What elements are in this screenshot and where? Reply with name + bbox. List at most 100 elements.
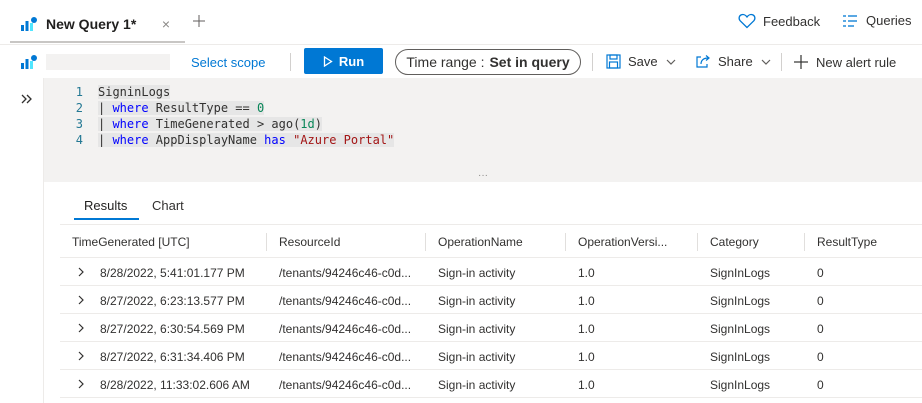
column-header-resulttype[interactable]: ResultType <box>817 235 877 249</box>
run-button[interactable]: Run <box>304 48 383 74</box>
column-header-timegenerated[interactable]: TimeGenerated [UTC] <box>72 235 190 249</box>
table-row[interactable]: 8/27/2022, 6:30:54.569 PM /tenants/94246… <box>60 314 922 342</box>
cell-timegenerated: 8/27/2022, 6:31:34.406 PM <box>100 350 245 364</box>
cell-operationname: Sign-in activity <box>438 322 516 336</box>
cell-operationname: Sign-in activity <box>438 350 516 364</box>
cell-resourceid: /tenants/94246c46-c0d... <box>279 294 412 308</box>
table-row[interactable]: 8/27/2022, 6:31:34.406 PM /tenants/94246… <box>60 342 922 370</box>
tab-bar: New Query 1* × Feedback Queries <box>0 0 922 44</box>
chevron-double-right-icon[interactable] <box>20 92 34 106</box>
tab-results[interactable]: Results <box>84 198 127 213</box>
table-row[interactable]: 8/27/2022, 6:23:13.577 PM /tenants/94246… <box>60 286 922 314</box>
query-toolbar: Select scope Run Time range : Set in que… <box>0 44 922 78</box>
plus-icon[interactable] <box>192 14 206 28</box>
cell-category: SignInLogs <box>710 350 771 364</box>
cell-resulttype: 0 <box>817 378 824 392</box>
queries-label: Queries <box>866 13 912 28</box>
time-range-button[interactable]: Time range : Set in query <box>395 49 581 75</box>
code-token: | <box>98 101 113 115</box>
code-line[interactable]: 3 | where TimeGenerated > ago(1d) <box>44 117 922 133</box>
resize-handle[interactable]: ··· <box>44 171 922 182</box>
column-divider[interactable] <box>697 233 698 251</box>
code-token: 1d <box>300 117 315 131</box>
cell-timegenerated: 8/28/2022, 5:41:01.177 PM <box>100 266 245 280</box>
cell-resourceid: /tenants/94246c46-c0d... <box>279 350 412 364</box>
table-row[interactable]: 8/28/2022, 5:41:01.177 PM /tenants/94246… <box>60 258 922 286</box>
save-icon <box>606 54 621 69</box>
play-icon <box>323 55 333 67</box>
tab-underline <box>10 41 185 43</box>
column-divider[interactable] <box>804 233 805 251</box>
line-number: 2 <box>75 101 83 115</box>
chevron-right-icon[interactable] <box>76 379 86 389</box>
feedback-button[interactable]: Feedback <box>738 13 820 29</box>
tab-chart[interactable]: Chart <box>152 198 184 213</box>
code-text: | where AppDisplayName has "Azure Portal… <box>98 133 395 147</box>
share-label: Share <box>718 54 753 69</box>
cell-category: SignInLogs <box>710 294 771 308</box>
toolbar-divider <box>290 53 291 71</box>
table-row[interactable]: 8/28/2022, 11:33:02.606 AM /tenants/9424… <box>60 370 922 398</box>
cell-operationversion: 1.0 <box>578 378 595 392</box>
cell-operationversion: 1.0 <box>578 294 595 308</box>
code-line[interactable]: 4 | where AppDisplayName has "Azure Porta… <box>44 133 922 149</box>
table-header: TimeGenerated [UTC] ResourceId Operation… <box>60 224 922 258</box>
line-number: 1 <box>75 85 83 99</box>
cell-category: SignInLogs <box>710 378 771 392</box>
plus-icon <box>794 55 808 69</box>
column-divider[interactable] <box>565 233 566 251</box>
chevron-down-icon <box>761 59 771 65</box>
list-icon <box>843 14 857 27</box>
time-range-label: Time range : <box>406 54 485 70</box>
queries-button[interactable]: Queries <box>842 13 912 28</box>
close-icon[interactable]: × <box>159 17 173 31</box>
chevron-right-icon[interactable] <box>76 267 86 277</box>
column-header-operationversion[interactable]: OperationVersi... <box>578 235 667 249</box>
code-text: | where TimeGenerated > ago(1d) <box>98 117 322 131</box>
column-header-resourceid[interactable]: ResourceId <box>279 235 340 249</box>
log-analytics-icon <box>21 17 37 31</box>
chevron-right-icon[interactable] <box>76 323 86 333</box>
cell-category: SignInLogs <box>710 266 771 280</box>
chevron-right-icon[interactable] <box>76 295 86 305</box>
time-range-value: Set in query <box>489 54 570 70</box>
code-token: | <box>98 117 113 131</box>
cell-resourceid: /tenants/94246c46-c0d... <box>279 322 412 336</box>
column-header-category[interactable]: Category <box>710 235 759 249</box>
query-editor[interactable]: 1 SigninLogs 2 | where ResultType == 0 3 | wh… <box>44 78 922 182</box>
feedback-label: Feedback <box>763 13 821 29</box>
run-label: Run <box>338 53 365 69</box>
code-line[interactable]: 2 | where ResultType == 0 <box>44 101 922 117</box>
code-token: AppDisplayName <box>148 133 265 147</box>
column-header-operationname[interactable]: OperationName <box>438 235 523 249</box>
chevron-down-icon <box>666 59 676 65</box>
chevron-right-icon[interactable] <box>76 351 86 361</box>
code-line[interactable]: 1 SigninLogs <box>44 85 922 101</box>
code-token: TimeGenerated > ago( <box>148 117 301 131</box>
tab-new-query[interactable]: New Query 1* × <box>10 7 185 41</box>
cell-operationversion: 1.0 <box>578 322 595 336</box>
code-token: where <box>112 133 149 147</box>
save-button[interactable]: Save <box>606 54 683 69</box>
cell-timegenerated: 8/27/2022, 6:23:13.577 PM <box>100 294 245 308</box>
cell-operationname: Sign-in activity <box>438 378 516 392</box>
cell-resulttype: 0 <box>817 266 824 280</box>
code-token: SigninLogs <box>98 85 171 99</box>
cell-operationversion: 1.0 <box>578 266 595 280</box>
code-token: | <box>98 133 113 147</box>
cell-timegenerated: 8/28/2022, 11:33:02.606 AM <box>100 378 250 392</box>
cell-operationname: Sign-in activity <box>438 266 516 280</box>
new-alert-rule-button[interactable]: New alert rule <box>793 54 896 70</box>
column-divider[interactable] <box>266 233 267 251</box>
cell-timegenerated: 8/27/2022, 6:30:54.569 PM <box>100 322 245 336</box>
select-scope-link[interactable]: Select scope <box>191 55 265 70</box>
toolbar-divider <box>781 53 782 71</box>
active-tab-indicator <box>74 218 139 220</box>
tab-title: New Query 1* <box>46 16 137 32</box>
share-button[interactable]: Share <box>695 54 778 69</box>
results-pane: Results Chart TimeGenerated [UTC] Resour… <box>44 182 922 403</box>
code-token: ResultType == <box>148 101 257 115</box>
column-divider[interactable] <box>425 233 426 251</box>
cell-operationname: Sign-in activity <box>438 294 516 308</box>
